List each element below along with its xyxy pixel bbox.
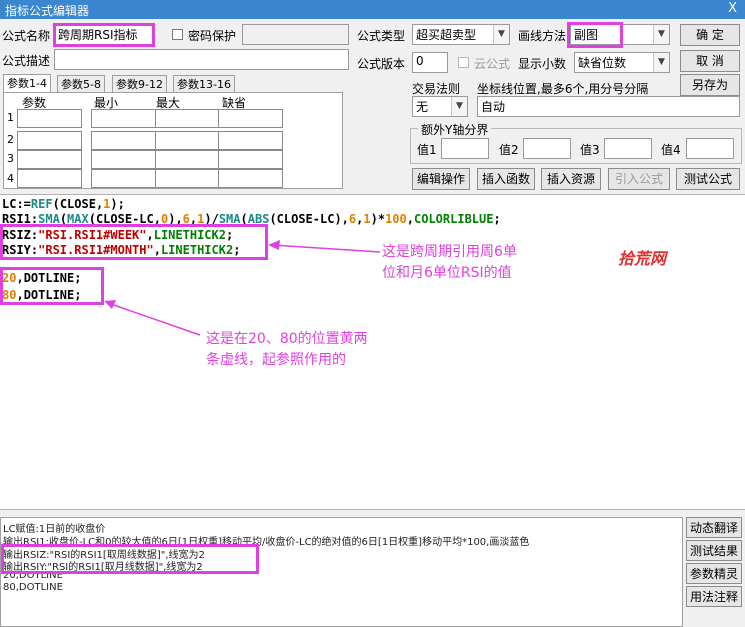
param-default-input[interactable] [218, 109, 283, 128]
formula-type-value: 超买超卖型 [416, 28, 477, 42]
formula-name-label: 公式名称 [2, 29, 51, 43]
password-input[interactable] [242, 24, 349, 45]
param-default-input[interactable] [218, 169, 283, 188]
test-formula-button[interactable]: 测试公式 [676, 168, 740, 190]
param-row-number: 4 [7, 172, 14, 185]
param-name-input[interactable] [17, 169, 82, 188]
extra-y-axis-label: 额外Y轴分界 [418, 121, 492, 138]
annotation-note: 这是在20、80的位置黄两 条虚线，起参照作用的 [206, 331, 368, 368]
param-min-input[interactable] [91, 131, 156, 150]
value3-input[interactable] [604, 138, 652, 159]
param-max-input[interactable] [155, 150, 220, 169]
chevron-down-icon: ▼ [451, 97, 467, 116]
password-label: 密码保护 [188, 29, 237, 43]
decimal-select[interactable]: 缺省位数 ▼ [574, 52, 670, 73]
chevron-down-icon: ▼ [493, 25, 509, 44]
value2-label: 值2 [499, 143, 519, 157]
insert-resource-button[interactable]: 插入资源 [541, 168, 601, 190]
param-row-number: 3 [7, 152, 14, 165]
chevron-down-icon: ▼ [653, 53, 669, 72]
dynamic-translate-button[interactable]: 动态翻译 [686, 517, 742, 538]
decimal-value: 缺省位数 [578, 56, 627, 70]
param-min-input[interactable] [91, 150, 156, 169]
param-name-input[interactable] [17, 109, 82, 128]
formula-version-label: 公式版本 [357, 57, 406, 71]
param-row-number: 1 [7, 111, 14, 124]
value1-label: 值1 [417, 143, 437, 157]
cloud-formula-checkbox[interactable] [458, 57, 469, 68]
param-default-input[interactable] [218, 150, 283, 169]
trade-rule-select[interactable]: 无 ▼ [412, 96, 468, 117]
value4-label: 值4 [661, 143, 681, 157]
annotation-arrows [104, 240, 381, 336]
param-min-input[interactable] [91, 109, 156, 128]
param-wizard-button[interactable]: 参数精灵 [686, 563, 742, 584]
param-name-input[interactable] [17, 150, 82, 169]
usage-notes-button[interactable]: 用法注释 [686, 586, 742, 607]
formula-desc-label: 公式描述 [2, 54, 51, 68]
close-icon[interactable]: X [728, 1, 737, 16]
watermark: 拾荒网 [618, 249, 667, 268]
highlight-box [1, 544, 259, 574]
tab-params-13-16[interactable]: 参数13-16 [173, 75, 235, 93]
code-editor[interactable]: LC:=REF(CLOSE,1); RSI1:SMA(MAX(CLOSE-LC,… [0, 194, 745, 510]
coord-line-label: 坐标线位置,最多6个,用分号分隔 [477, 82, 649, 96]
annotation-note: 这是跨周期引用周6单 位和月6单位RSI的值 [382, 244, 517, 281]
param-max-input[interactable] [155, 131, 220, 150]
title-bar: 指标公式编辑器 X [0, 0, 745, 19]
edit-ops-button[interactable]: 编辑操作 [412, 168, 470, 190]
decimal-label: 显示小数 [518, 57, 567, 71]
highlight-box [567, 22, 623, 48]
import-formula-button[interactable]: 引入公式 [608, 168, 670, 190]
insert-function-button[interactable]: 插入函数 [477, 168, 535, 190]
trade-rule-label: 交易法则 [412, 82, 461, 96]
ok-button[interactable]: 确 定 [680, 24, 740, 46]
save-as-button[interactable]: 另存为 [680, 74, 740, 96]
formula-type-label: 公式类型 [357, 29, 406, 43]
formula-desc-input[interactable] [54, 49, 349, 70]
param-row-number: 2 [7, 133, 14, 146]
param-max-input[interactable] [155, 109, 220, 128]
formula-version-input[interactable]: 0 [412, 52, 448, 73]
param-max-input[interactable] [155, 169, 220, 188]
tab-params-9-12[interactable]: 参数9-12 [112, 75, 167, 93]
param-name-input[interactable] [17, 131, 82, 150]
draw-method-label: 画线方法 [518, 29, 567, 43]
value4-input[interactable] [686, 138, 734, 159]
highlight-box [53, 23, 155, 47]
output-pane: LC赋值:1日前的收盘价 输出RSI1:收盘价-LC和0的较大值的6日[1日权重… [0, 517, 683, 627]
coord-line-input[interactable]: 自动 [477, 96, 740, 117]
cloud-formula-label: 云公式 [474, 57, 511, 71]
trade-rule-value: 无 [416, 100, 429, 114]
test-result-button[interactable]: 测试结果 [686, 540, 742, 561]
output-line: 80,DOTLINE [3, 582, 63, 593]
window-title: 指标公式编辑器 [5, 4, 90, 18]
tab-params-1-4[interactable]: 参数1-4 [3, 74, 51, 93]
cancel-button[interactable]: 取 消 [680, 50, 740, 72]
formula-type-select[interactable]: 超买超卖型 ▼ [412, 24, 510, 45]
tab-params-5-8[interactable]: 参数5-8 [57, 75, 105, 93]
value2-input[interactable] [523, 138, 571, 159]
value3-label: 值3 [580, 143, 600, 157]
value1-input[interactable] [441, 138, 489, 159]
param-min-input[interactable] [91, 169, 156, 188]
password-checkbox[interactable] [172, 29, 183, 40]
param-default-input[interactable] [218, 131, 283, 150]
chevron-down-icon: ▼ [653, 25, 669, 44]
